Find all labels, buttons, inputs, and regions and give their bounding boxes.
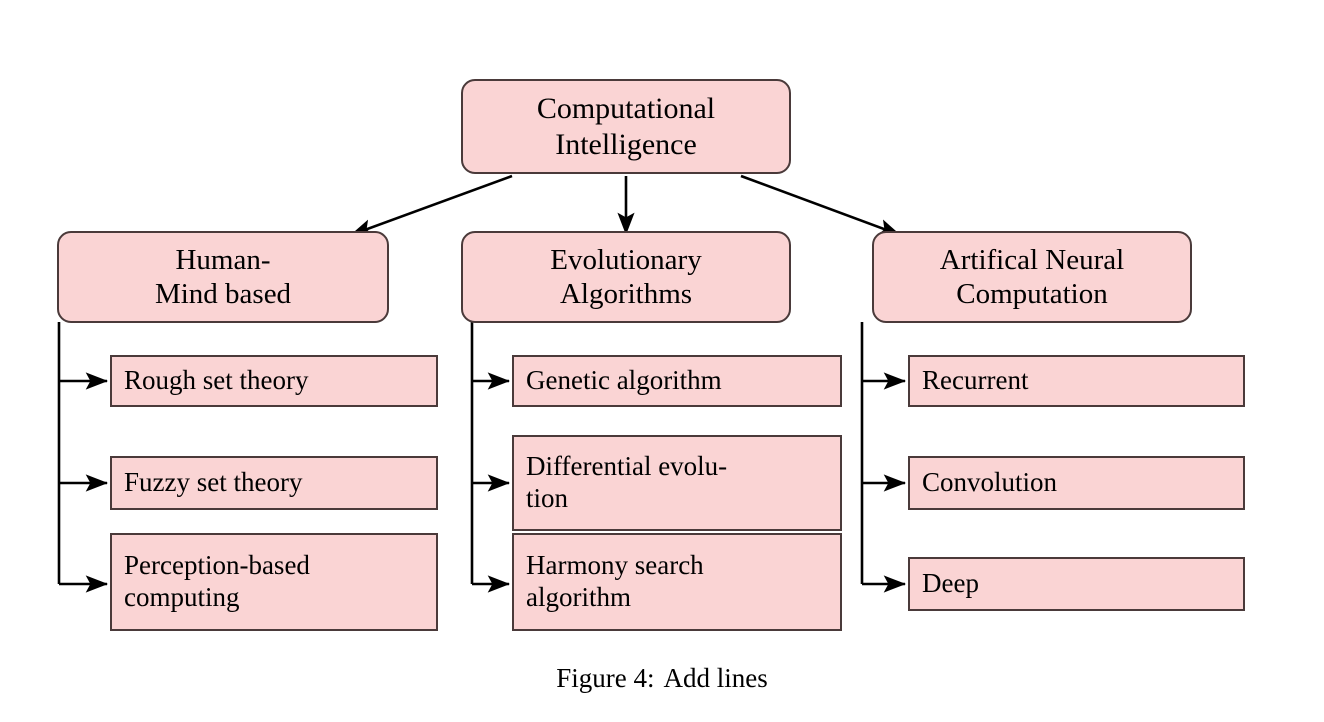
node-c1-l2-line-2: algorithm: [526, 582, 631, 612]
node-c0-l2-line-1: Perception-based: [124, 550, 310, 581]
node-fuzzy-set-theory[interactable]: Fuzzy set theory: [110, 456, 438, 510]
node-c0-l1-line-1: Fuzzy set theory: [124, 467, 303, 498]
node-c1-l0-line-1: Genetic algorithm: [526, 365, 722, 396]
node-c0-l2-line-2: computing: [124, 582, 240, 612]
edge-root-to-category-2: [740, 174, 901, 237]
edge-root-to-category-0: [350, 174, 513, 237]
node-c1-l2-line-1: Harmony search: [526, 550, 704, 581]
figure-container: Computational Intelligence Human- Mind b…: [0, 0, 1324, 722]
node-recurrent[interactable]: Recurrent: [908, 355, 1245, 407]
node-c2-l2-line-1: Deep: [922, 568, 979, 599]
node-perception-based-computing[interactable]: Perception-based computing: [110, 533, 438, 631]
node-human-mind-based[interactable]: Human- Mind based: [57, 231, 389, 323]
node-category-0-line-2: Mind based: [154, 278, 292, 310]
node-evolutionary-algorithms[interactable]: Evolutionary Algorithms: [461, 231, 791, 323]
node-category-1-line-2: Algorithms: [559, 278, 693, 310]
node-deep[interactable]: Deep: [908, 557, 1245, 611]
node-root-line-1: Computational: [536, 92, 716, 126]
node-c2-l1-line-1: Convolution: [922, 467, 1058, 498]
node-category-2-line-2: Computation: [956, 278, 1108, 310]
node-c0-l0-line-1: Rough set theory: [124, 365, 309, 396]
node-c1-l1-line-2: tion: [526, 483, 569, 513]
node-genetic-algorithm[interactable]: Genetic algorithm: [512, 355, 842, 407]
node-convolution[interactable]: Convolution: [908, 456, 1245, 510]
node-category-1-line-1: Evolutionary: [550, 243, 702, 276]
node-computational-intelligence[interactable]: Computational Intelligence: [461, 79, 791, 174]
figure-caption: Figure 4: Add lines: [0, 663, 1324, 694]
figure-caption-label: Figure 4:: [556, 663, 655, 693]
figure-caption-text: Add lines: [663, 663, 768, 693]
node-c2-l0-line-1: Recurrent: [922, 365, 1029, 396]
node-rough-set-theory[interactable]: Rough set theory: [110, 355, 438, 407]
node-root-line-2: Intelligence: [555, 127, 697, 161]
node-category-2-line-1: Artifical Neural: [939, 243, 1125, 276]
node-category-0-line-1: Human-: [175, 243, 271, 276]
node-harmony-search-algorithm[interactable]: Harmony search algorithm: [512, 533, 842, 631]
node-differential-evolution[interactable]: Differential evolu- tion: [512, 435, 842, 531]
node-c1-l1-line-1: Differential evolu-: [526, 451, 728, 482]
node-artifical-neural-computation[interactable]: Artifical Neural Computation: [872, 231, 1192, 323]
